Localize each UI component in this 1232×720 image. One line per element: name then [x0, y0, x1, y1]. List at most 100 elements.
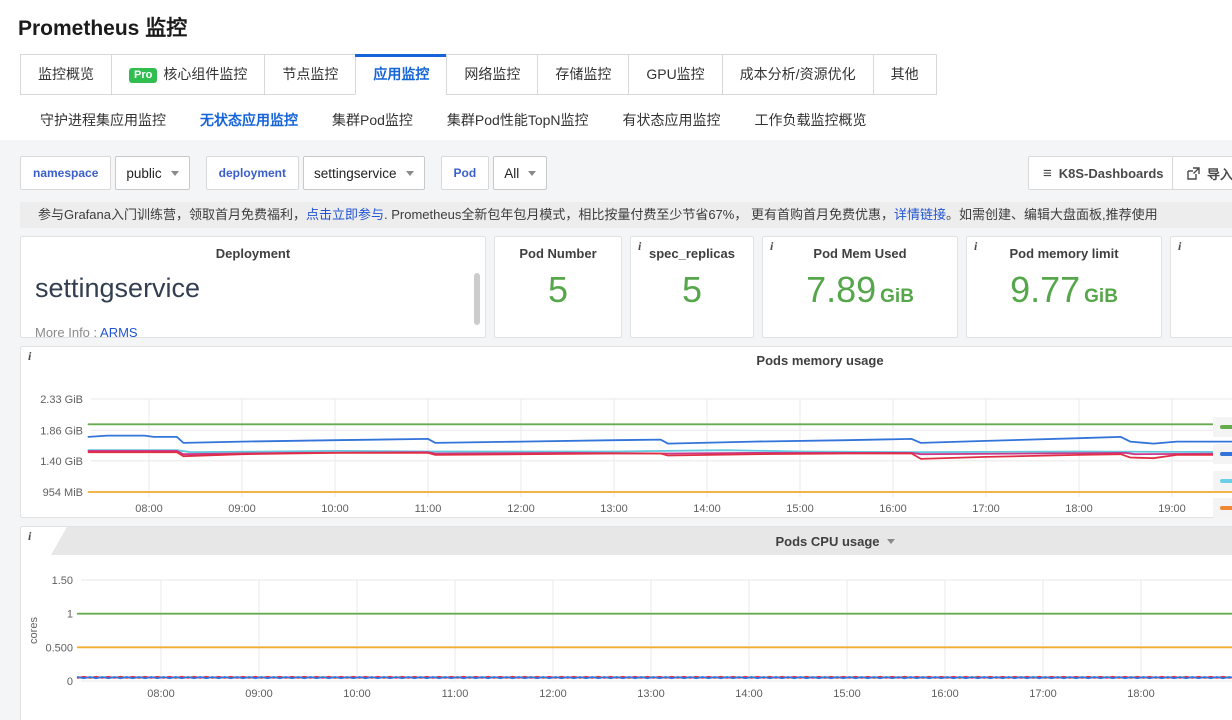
filter-group-3: PodAll — [441, 156, 548, 190]
k8s-dashboards-button[interactable]: ≡ K8S-Dashboards — [1028, 156, 1179, 190]
filter-group-2: deploymentsettingservice — [206, 156, 425, 190]
import-button[interactable]: 导入( — [1172, 156, 1232, 190]
svg-text:10:00: 10:00 — [321, 503, 349, 515]
primary-tab-3[interactable]: 节点监控 — [264, 54, 356, 95]
svg-text:15:00: 15:00 — [786, 503, 814, 515]
svg-text:16:00: 16:00 — [879, 503, 907, 515]
primary-tab-label: 应用监控 — [373, 66, 429, 82]
cpu-chart-svg: 00.50011.5008:0009:0010:0011:0012:0013:0… — [21, 557, 1232, 717]
info-icon[interactable]: i — [638, 239, 641, 253]
svg-text:19:00: 19:00 — [1158, 503, 1186, 515]
stat-footer-link[interactable]: ARMS — [100, 325, 138, 338]
filter-group-1: namespace public — [20, 156, 190, 190]
stat-panels-row: DeploymentsettingserviceMore Info : ARMS… — [20, 236, 1232, 338]
secondary-tab-6[interactable]: 工作负载监控概览 — [755, 108, 887, 132]
primary-tab-label: 存储监控 — [555, 66, 611, 82]
stat-footer: More Info : ARMS — [21, 325, 138, 338]
svg-text:17:00: 17:00 — [1029, 688, 1057, 700]
stat-clipped: i — [1170, 236, 1232, 338]
external-link-icon — [1187, 167, 1200, 180]
chevron-down-icon — [528, 171, 536, 176]
secondary-tab-4[interactable]: 集群Pod性能TopN监控 — [447, 108, 609, 132]
svg-text:13:00: 13:00 — [600, 503, 628, 515]
primary-tab-label: 监控概览 — [38, 66, 94, 82]
filter-value: public — [126, 166, 161, 181]
pro-badge: Pro — [129, 68, 157, 83]
svg-text:1.50: 1.50 — [52, 575, 73, 587]
banner-link[interactable]: 点击立即参与 — [306, 207, 384, 222]
filter-row: namespace public deploymentsettingservice P… — [20, 156, 1232, 190]
svg-text:10:00: 10:00 — [343, 688, 371, 700]
info-icon[interactable]: i — [974, 239, 977, 253]
primary-tab-1[interactable]: 监控概览 — [20, 54, 112, 95]
banner-link[interactable]: 详情链接 — [894, 207, 946, 222]
secondary-tab-2[interactable]: 无状态应用监控 — [200, 108, 318, 132]
scrollbar[interactable] — [474, 273, 480, 325]
svg-text:08:00: 08:00 — [135, 503, 163, 515]
svg-text:0: 0 — [67, 676, 73, 688]
memory-chart: 954 MiB1.40 GiB1.86 GiB2.33 GiB08:0009:0… — [21, 375, 1232, 519]
filter-value: All — [504, 166, 519, 181]
stat-pod-number: Pod Number 5 — [494, 236, 622, 338]
primary-tab-label: 成本分析/资源优化 — [740, 66, 856, 82]
primary-tab-7[interactable]: GPU监控 — [628, 54, 722, 95]
info-icon[interactable]: i — [1178, 239, 1181, 253]
filters: namespace public deploymentsettingservice P… — [20, 156, 563, 190]
page-title: Prometheus 监控 — [0, 0, 1232, 42]
filter-dropdown[interactable]: All — [493, 156, 547, 190]
svg-text:11:00: 11:00 — [442, 688, 469, 700]
secondary-tab-5[interactable]: 有状态应用监控 — [623, 108, 741, 132]
cpu-usage-panel: i Pods CPU usage 00.50011.5008:0009:0010… — [20, 526, 1232, 720]
primary-tab-2[interactable]: Pro 核心组件监控 — [111, 54, 265, 95]
svg-text:11:00: 11:00 — [415, 503, 442, 515]
chevron-down-icon — [887, 539, 895, 544]
menu-icon: ≡ — [1043, 165, 1052, 182]
stat-value: 9.77GiB — [967, 269, 1161, 311]
cpu-chart: 00.50011.5008:0009:0010:0011:0012:0013:0… — [21, 557, 1232, 717]
stat-value: settingservice — [21, 273, 485, 304]
svg-text:18:00: 18:00 — [1127, 688, 1155, 700]
primary-tab-label: 核心组件监控 — [163, 66, 247, 82]
svg-text:18:00: 18:00 — [1065, 503, 1093, 515]
primary-tab-bar: 监控概览 Pro 核心组件监控 节点监控 应用监控 网络监控 存储监控 GPU监控 成本分析/资… — [20, 54, 1232, 95]
stat-number: 5 — [682, 269, 702, 310]
info-icon[interactable]: i — [28, 349, 31, 363]
stat-number: 9.77 — [1010, 269, 1080, 310]
stat-title: Pod Mem Used — [763, 246, 957, 261]
primary-tab-4[interactable]: 应用监控 — [355, 54, 447, 95]
info-icon[interactable]: i — [28, 529, 31, 543]
cpu-chart-title-label: Pods CPU usage — [775, 534, 879, 549]
stat-value: 7.89GiB — [763, 269, 957, 311]
primary-tab-5[interactable]: 网络监控 — [446, 54, 538, 95]
svg-text:13:00: 13:00 — [637, 688, 665, 700]
stat-number: 5 — [548, 269, 568, 310]
svg-text:954 MiB: 954 MiB — [43, 487, 83, 499]
cpu-chart-title[interactable]: Pods CPU usage — [51, 527, 1232, 555]
primary-tab-label: 其他 — [891, 66, 919, 82]
filter-dropdown[interactable]: settingservice — [303, 156, 425, 190]
stat-title: Pod Number — [495, 246, 621, 261]
svg-text:cores: cores — [28, 617, 40, 644]
promo-banner: 参与Grafana入门训练营，领取首月免费福利，点击立即参与. Promethe… — [20, 202, 1232, 228]
stat-spec-replicas: ispec_replicas5 — [630, 236, 754, 338]
secondary-tab-1[interactable]: 守护进程集应用监控 — [40, 108, 186, 132]
filter-label: namespace — [20, 156, 111, 190]
stat-value: 5 — [631, 269, 753, 311]
memory-chart-title[interactable]: Pods memory usage — [21, 347, 1232, 375]
dashboard-content: namespace public deploymentsettingservice P… — [0, 140, 1232, 720]
svg-text:12:00: 12:00 — [539, 688, 567, 700]
primary-tab-6[interactable]: 存储监控 — [537, 54, 629, 95]
primary-tab-8[interactable]: 成本分析/资源优化 — [722, 54, 874, 95]
secondary-tab-3[interactable]: 集群Pod监控 — [332, 108, 433, 132]
primary-tab-9[interactable]: 其他 — [873, 54, 937, 95]
banner-text: 参与Grafana入门训练营，领取首月免费福利， — [38, 207, 306, 222]
stat-title: Pod memory limit — [967, 246, 1161, 261]
svg-text:09:00: 09:00 — [228, 503, 256, 515]
stat-footer-label: More Info : — [35, 325, 100, 338]
memory-chart-svg: 954 MiB1.40 GiB1.86 GiB2.33 GiB08:0009:0… — [21, 375, 1232, 519]
stat-number: 7.89 — [806, 269, 876, 310]
info-icon[interactable]: i — [770, 239, 773, 253]
filter-dropdown[interactable]: public — [115, 156, 189, 190]
cpu-panel-header: i Pods CPU usage — [21, 527, 1232, 557]
svg-text:15:00: 15:00 — [833, 688, 861, 700]
